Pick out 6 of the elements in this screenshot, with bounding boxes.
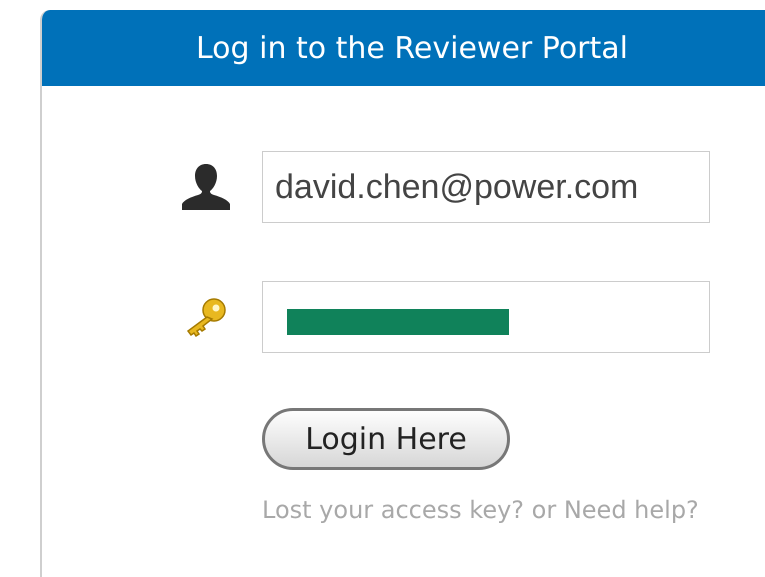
key-icon [184,297,228,337]
login-button[interactable]: Login Here [262,408,510,470]
password-field[interactable] [262,281,710,353]
user-icon [180,164,232,210]
header-title: Log in to the Reviewer Portal [196,30,628,66]
email-field[interactable]: david.chen@power.com [262,151,710,223]
